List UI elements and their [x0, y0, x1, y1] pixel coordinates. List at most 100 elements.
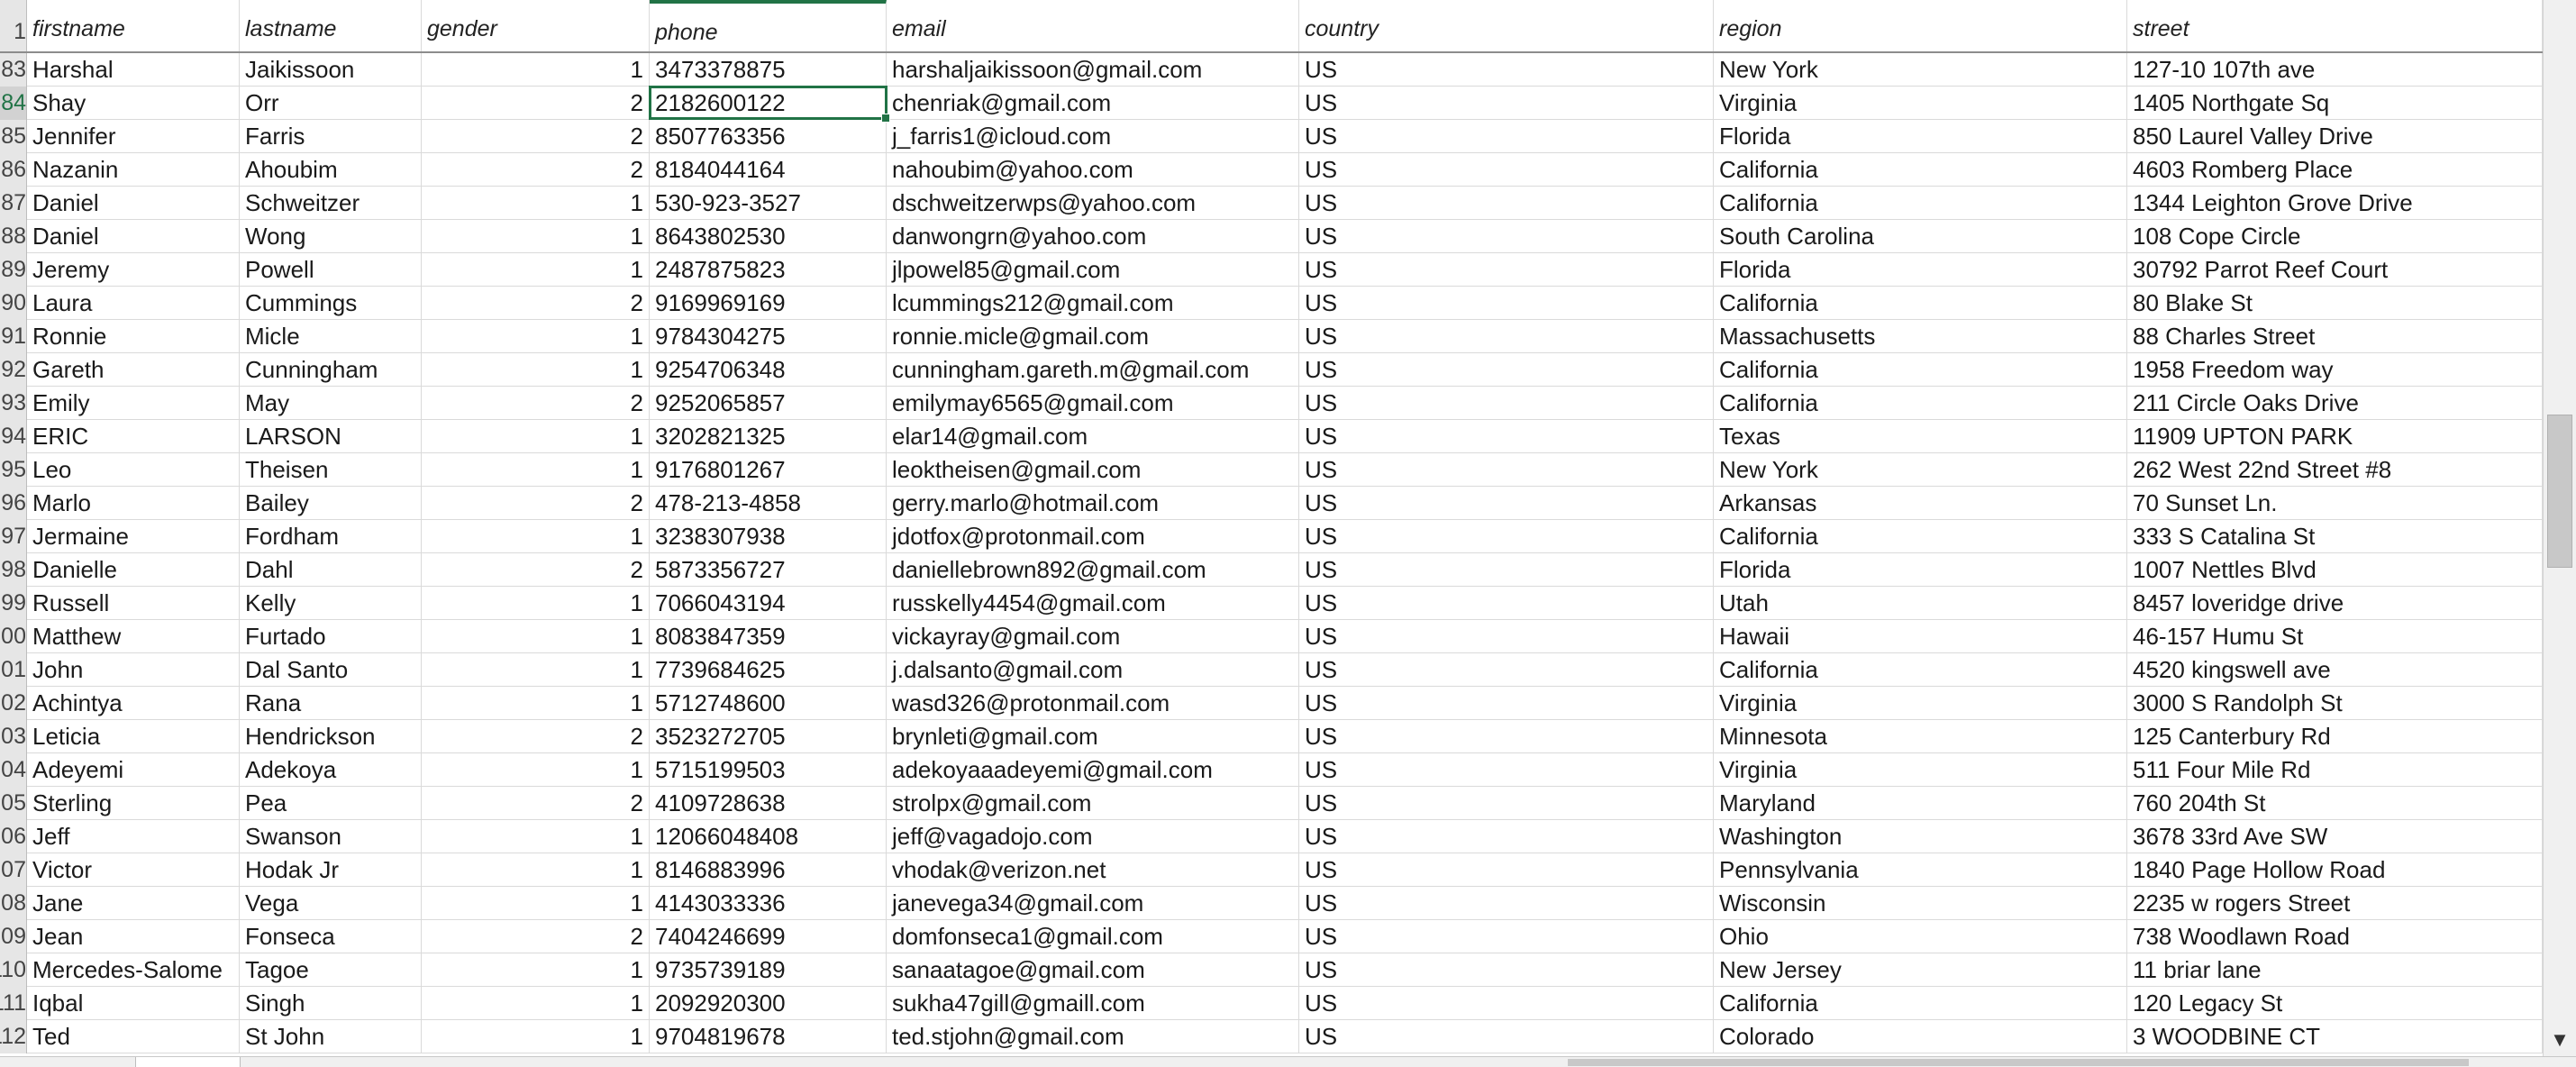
cell-region[interactable]: Florida [1714, 253, 2127, 287]
cell-firstname[interactable]: Danielle [27, 553, 240, 587]
cell-region[interactable]: Arkansas [1714, 487, 2127, 520]
cell-lastname[interactable]: Schweitzer [240, 187, 422, 220]
cell-region[interactable]: Washington [1714, 820, 2127, 853]
cell-street[interactable]: 2235 w rogers Street [2127, 887, 2543, 920]
cell-street[interactable]: 1840 Page Hollow Road [2127, 853, 2543, 887]
cell-lastname[interactable]: Theisen [240, 453, 422, 487]
cell-phone[interactable]: 7066043194 [650, 587, 887, 620]
cell-phone[interactable]: 9169969169 [650, 287, 887, 320]
cell-email[interactable]: emilymay6565@gmail.com [887, 387, 1299, 420]
cell-street[interactable]: 30792 Parrot Reef Court [2127, 253, 2543, 287]
column-header-gender[interactable]: gender [422, 0, 650, 51]
cell-region[interactable]: California [1714, 353, 2127, 387]
cell-country[interactable]: US [1299, 187, 1714, 220]
cell-phone[interactable]: 4109728638 [650, 787, 887, 820]
cell-country[interactable]: US [1299, 620, 1714, 653]
column-header-email[interactable]: email [887, 0, 1299, 51]
cell-country[interactable]: US [1299, 920, 1714, 953]
row-number[interactable]: 95 [0, 453, 27, 487]
cell-gender[interactable]: 2 [422, 553, 650, 587]
cell-email[interactable]: nahoubim@yahoo.com [887, 153, 1299, 187]
cell-lastname[interactable]: Dal Santo [240, 653, 422, 687]
cell-phone[interactable]: 5715199503 [650, 753, 887, 787]
column-header-lastname[interactable]: lastname [240, 0, 422, 51]
cell-country[interactable]: US [1299, 387, 1714, 420]
cell-lastname[interactable]: Farris [240, 120, 422, 153]
row-number[interactable]: 85 [0, 120, 27, 153]
cell-country[interactable]: US [1299, 453, 1714, 487]
cell-email[interactable]: russkelly4454@gmail.com [887, 587, 1299, 620]
cell-gender[interactable]: 1 [422, 53, 650, 87]
cell-street[interactable]: 127-10 107th ave [2127, 53, 2543, 87]
cell-street[interactable]: 120 Legacy St [2127, 987, 2543, 1020]
cell-street[interactable]: 3000 S Randolph St [2127, 687, 2543, 720]
column-header-firstname[interactable]: firstname [27, 0, 240, 51]
cell-country[interactable]: US [1299, 487, 1714, 520]
cell-gender[interactable]: 2 [422, 387, 650, 420]
cell-street[interactable]: 1405 Northgate Sq [2127, 87, 2543, 120]
cell-firstname[interactable]: Jermaine [27, 520, 240, 553]
cell-street[interactable]: 3678 33rd Ave SW [2127, 820, 2543, 853]
row-number[interactable]: 100 [0, 620, 27, 653]
cell-region[interactable]: Massachusetts [1714, 320, 2127, 353]
cell-lastname[interactable]: Rana [240, 687, 422, 720]
cell-email[interactable]: janevega34@gmail.com [887, 887, 1299, 920]
row-number[interactable]: 108 [0, 887, 27, 920]
horizontal-scrollbar[interactable] [0, 1056, 2576, 1067]
cell-firstname[interactable]: Shay [27, 87, 240, 120]
cell-country[interactable]: US [1299, 987, 1714, 1020]
cell-region[interactable]: California [1714, 387, 2127, 420]
cell-phone[interactable]: 8146883996 [650, 853, 887, 887]
cell-lastname[interactable]: Kelly [240, 587, 422, 620]
cell-street[interactable]: 211 Circle Oaks Drive [2127, 387, 2543, 420]
row-number[interactable]: 97 [0, 520, 27, 553]
cell-phone[interactable]: 8083847359 [650, 620, 887, 653]
cell-firstname[interactable]: Nazanin [27, 153, 240, 187]
cell-country[interactable]: US [1299, 887, 1714, 920]
chevron-down-icon[interactable]: ▼ [2547, 1027, 2572, 1053]
cell-firstname[interactable]: Jane [27, 887, 240, 920]
vertical-scrollbar-thumb[interactable] [2547, 415, 2572, 568]
cell-country[interactable]: US [1299, 553, 1714, 587]
cell-street[interactable]: 46-157 Humu St [2127, 620, 2543, 653]
cell-gender[interactable]: 2 [422, 787, 650, 820]
cell-street[interactable]: 738 Woodlawn Road [2127, 920, 2543, 953]
cell-country[interactable]: US [1299, 153, 1714, 187]
cell-gender[interactable]: 2 [422, 487, 650, 520]
row-number[interactable]: 101 [0, 653, 27, 687]
cell-lastname[interactable]: May [240, 387, 422, 420]
row-number[interactable]: 112 [0, 1020, 27, 1053]
cell-region[interactable]: California [1714, 987, 2127, 1020]
cell-phone[interactable]: 3523272705 [650, 720, 887, 753]
row-number[interactable]: 93 [0, 387, 27, 420]
cell-lastname[interactable]: Powell [240, 253, 422, 287]
cell-firstname[interactable]: Daniel [27, 187, 240, 220]
cell-phone[interactable]: 4143033336 [650, 887, 887, 920]
row-number[interactable]: 103 [0, 720, 27, 753]
cell-email[interactable]: adekoyaaadeyemi@gmail.com [887, 753, 1299, 787]
cell-gender[interactable]: 1 [422, 453, 650, 487]
cell-phone[interactable]: 3238307938 [650, 520, 887, 553]
cell-email[interactable]: j.dalsanto@gmail.com [887, 653, 1299, 687]
cell-phone[interactable]: 9735739189 [650, 953, 887, 987]
cell-region[interactable]: Ohio [1714, 920, 2127, 953]
cell-region[interactable]: Florida [1714, 553, 2127, 587]
cell-lastname[interactable]: Orr [240, 87, 422, 120]
cell-lastname[interactable]: Furtado [240, 620, 422, 653]
cell-lastname[interactable]: Cunningham [240, 353, 422, 387]
cell-firstname[interactable]: Jeremy [27, 253, 240, 287]
cell-lastname[interactable]: Pea [240, 787, 422, 820]
row-number[interactable]: 98 [0, 553, 27, 587]
cell-phone[interactable]: 5712748600 [650, 687, 887, 720]
row-number[interactable]: 110 [0, 953, 27, 987]
cell-country[interactable]: US [1299, 320, 1714, 353]
row-number[interactable]: 106 [0, 820, 27, 853]
cell-email[interactable]: ronnie.micle@gmail.com [887, 320, 1299, 353]
cell-country[interactable]: US [1299, 953, 1714, 987]
cell-phone[interactable]: 9704819678 [650, 1020, 887, 1053]
cell-country[interactable]: US [1299, 587, 1714, 620]
cell-lastname[interactable]: Fonseca [240, 920, 422, 953]
cell-email[interactable]: brynleti@gmail.com [887, 720, 1299, 753]
cell-email[interactable]: harshaljaikissoon@gmail.com [887, 53, 1299, 87]
vertical-scrollbar[interactable]: ▼ [2543, 0, 2576, 1056]
